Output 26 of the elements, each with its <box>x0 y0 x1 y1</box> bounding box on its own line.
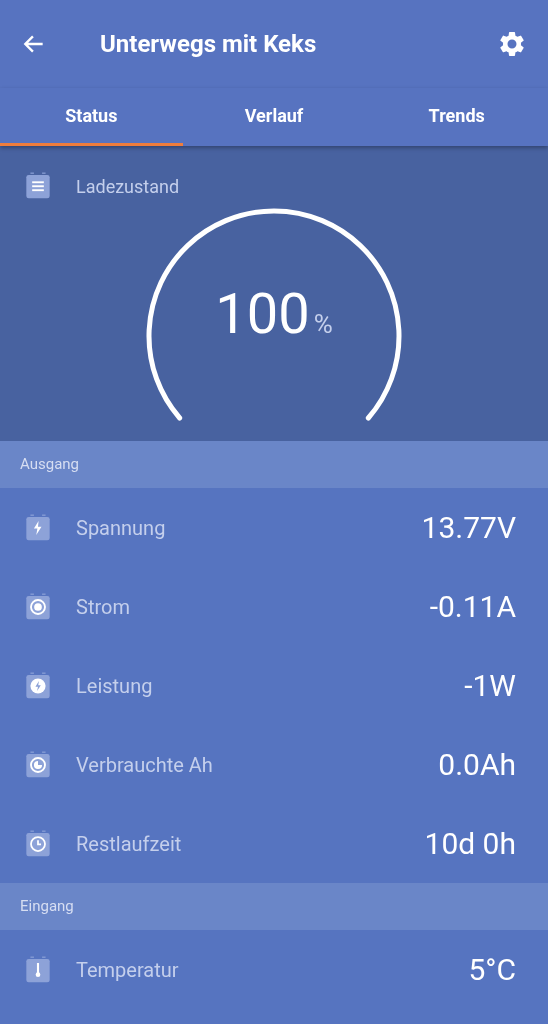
metric-value: 5°C <box>468 951 516 989</box>
metric-label: Restlaufzeit <box>76 830 182 858</box>
metric-label: Spannung <box>76 514 166 542</box>
charge-value: 100 <box>215 286 310 342</box>
metric-value: 13.77V <box>421 509 516 547</box>
charge-unit: % <box>313 308 333 341</box>
lightning-icon <box>24 513 52 542</box>
battery-list-icon <box>24 172 52 200</box>
target-icon <box>24 592 52 621</box>
thermometer-icon <box>24 955 52 984</box>
metric-value: 10d 0h <box>424 825 516 863</box>
metric-label: Verbrauchte Ah <box>76 751 213 779</box>
app-title: Unterwegs mit Keks <box>100 29 317 60</box>
charge-label: Ladezustand <box>76 174 180 199</box>
tab[interactable]: Trends <box>365 88 548 146</box>
metric-label: Strom <box>76 593 130 621</box>
section-title: Ausgang <box>20 454 79 476</box>
metric-label: Leistung <box>76 672 153 700</box>
metric-value: -1W <box>464 667 516 705</box>
tab[interactable]: Verlauf <box>182 88 366 146</box>
settings-icon <box>497 29 527 59</box>
clock-icon <box>24 829 52 858</box>
section-title: Eingang <box>20 896 74 918</box>
metric-value: 0.0Ah <box>438 746 516 784</box>
metric-label: Temperatur <box>76 956 179 984</box>
metric-value: -0.11A <box>429 588 516 626</box>
